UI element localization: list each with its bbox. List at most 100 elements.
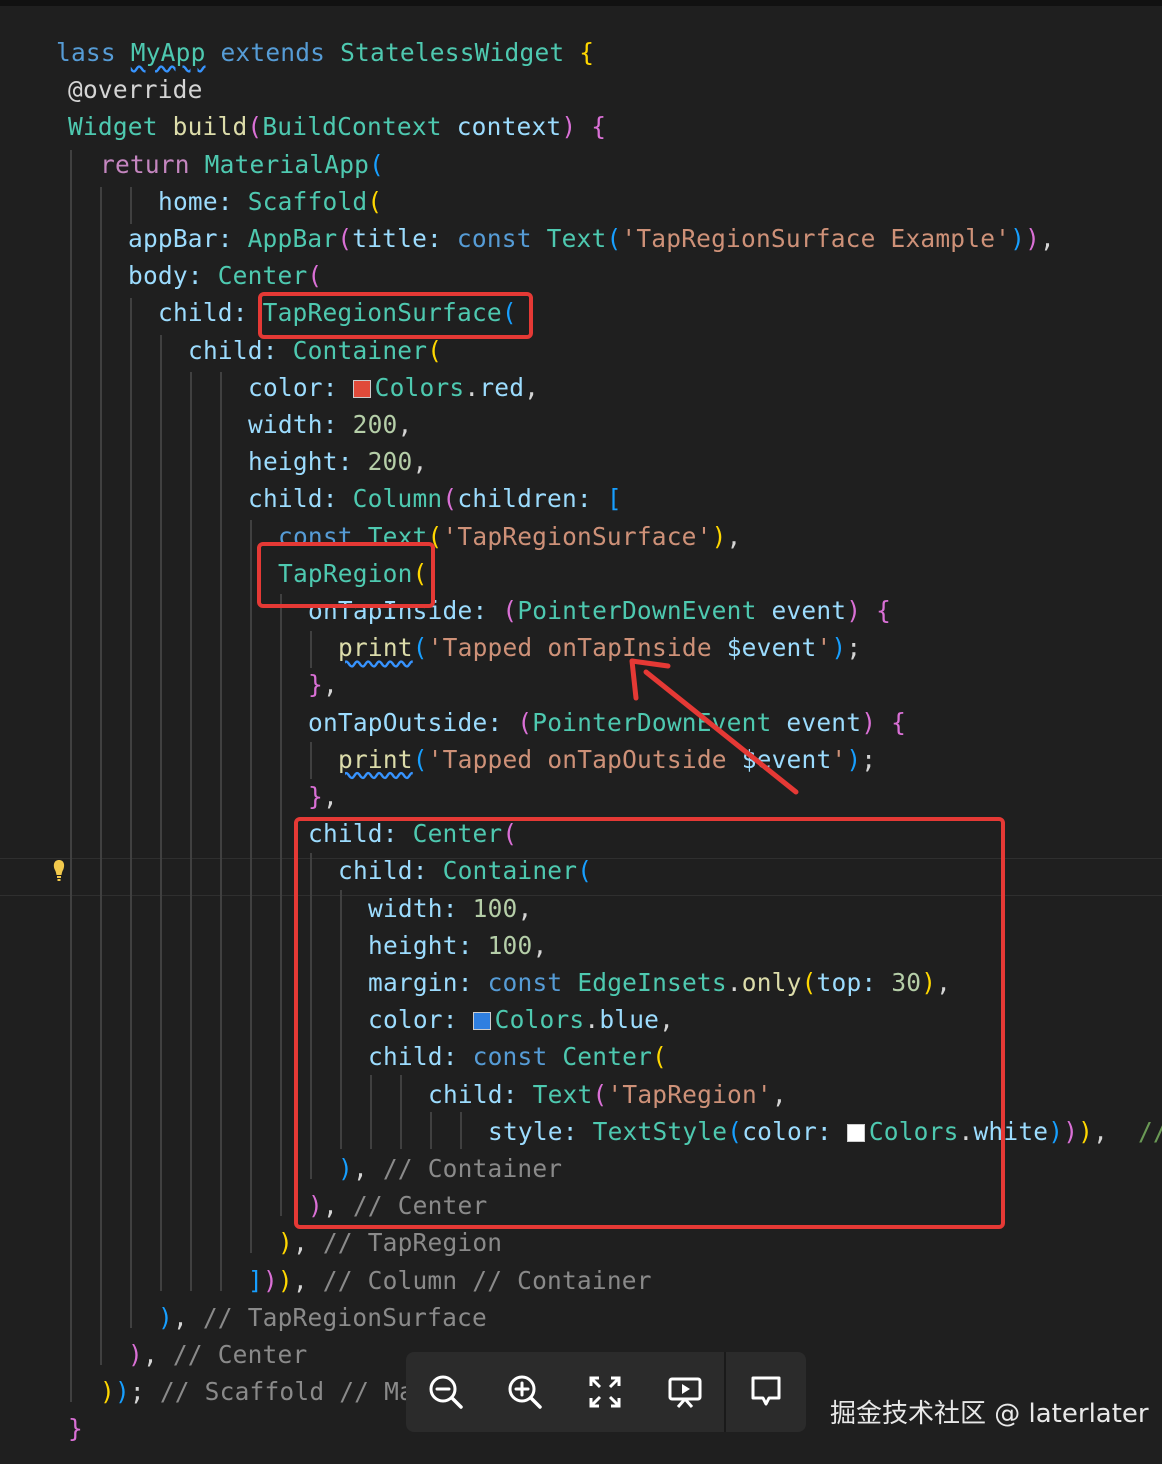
code-token: ): [1025, 224, 1041, 253]
code-token: Container: [292, 335, 428, 365]
code-token: child:: [158, 298, 263, 328]
code-line[interactable]: height: 200,: [248, 443, 427, 480]
code-token: ': [816, 633, 832, 663]
code-token: height:: [248, 447, 368, 477]
indent-guide: [130, 187, 132, 224]
code-line[interactable]: ), // TapRegion: [278, 1224, 502, 1261]
code-token: Text: [546, 224, 607, 253]
code-token: body:: [128, 261, 218, 291]
zoom-in-button[interactable]: [486, 1352, 566, 1432]
code-line[interactable]: appBar: AppBar(title: const Text('TapReg…: [128, 220, 1055, 257]
indent-guide: [100, 187, 102, 1365]
code-line[interactable]: },: [308, 666, 338, 703]
code-token: print: [338, 633, 413, 663]
code-token: ): [1078, 1116, 1094, 1146]
code-token: Widget: [68, 112, 158, 142]
code-line[interactable]: body: Center(: [128, 257, 322, 294]
code-token: Center: [217, 261, 308, 291]
code-line[interactable]: },: [308, 778, 338, 815]
code-token: AppBar: [247, 224, 338, 253]
code-token: ;: [129, 1377, 160, 1407]
code-token: ;: [846, 633, 862, 663]
highlight-box-tapregion: [257, 542, 435, 608]
code-line[interactable]: ])), // Column // Container: [248, 1262, 652, 1299]
code-token: ): [262, 1265, 278, 1295]
indent-guide: [220, 372, 222, 1291]
code-token: ,: [322, 670, 338, 700]
code-token: ): [1048, 1116, 1064, 1146]
code-token: {: [576, 112, 607, 142]
code-token: ,: [412, 447, 428, 477]
code-line[interactable]: )); // Scaffold // Ma: [100, 1373, 414, 1410]
code-token: 'TapRegionSurface Example': [621, 224, 1011, 253]
code-token: ): [861, 707, 877, 737]
code-token: return: [100, 149, 205, 179]
code-editor[interactable]: lass MyApp extends StatelessWidget {@ove…: [0, 6, 1162, 1464]
code-token: Column: [352, 484, 443, 514]
code-token: 'Tapped onTapOutside: [427, 744, 742, 774]
code-line[interactable]: return MaterialApp(: [100, 146, 384, 183]
code-token: ): [158, 1302, 173, 1332]
code-token: extends: [205, 38, 341, 67]
code-token: ,: [292, 1228, 323, 1258]
code-token: (: [517, 707, 533, 737]
code-token: ': [831, 744, 847, 774]
code-token: ,: [322, 782, 338, 811]
code-line[interactable]: width: 200,: [248, 406, 412, 443]
fullscreen-icon: [589, 1376, 621, 1408]
slideshow-button[interactable]: [645, 1352, 725, 1432]
comment-button[interactable]: [726, 1352, 806, 1432]
code-token: ,: [172, 1302, 203, 1332]
indent-guide: [190, 372, 192, 1291]
color-swatch: [352, 379, 371, 398]
code-line[interactable]: print('Tapped onTapInside $event');: [338, 629, 861, 666]
code-token: ): [277, 1265, 293, 1295]
code-token: ): [1010, 224, 1026, 253]
code-token: ): [846, 596, 862, 625]
code-line[interactable]: child: Column(children: [: [248, 480, 622, 517]
code-token: (: [442, 484, 458, 514]
code-token: children:: [457, 484, 607, 514]
code-token: ;: [861, 744, 877, 774]
code-line[interactable]: ), // Center: [128, 1336, 307, 1373]
code-token: 200: [352, 410, 398, 439]
code-token: ,: [1093, 1116, 1138, 1146]
code-token: ): [128, 1340, 143, 1369]
code-token: (: [369, 149, 385, 179]
zoom-out-button[interactable]: [406, 1352, 486, 1432]
code-token: }: [308, 782, 323, 811]
code-token: (: [412, 744, 428, 774]
code-line[interactable]: ), // TapRegionSurface: [158, 1299, 487, 1336]
code-line[interactable]: lass MyApp extends StatelessWidget {: [56, 34, 594, 71]
code-line[interactable]: home: Scaffold(: [158, 183, 382, 220]
code-token: ,: [292, 1265, 323, 1295]
indent-guide: [250, 520, 252, 1253]
indent-guide: [310, 631, 312, 668]
code-token: ,: [397, 410, 413, 439]
code-token: child:: [188, 335, 293, 365]
code-line[interactable]: @override: [68, 71, 203, 108]
slideshow-icon: [668, 1377, 702, 1408]
zoom-out-icon: [429, 1375, 463, 1409]
code-token: color:: [248, 372, 353, 402]
code-token: ): [100, 1377, 115, 1407]
code-token: // Column // Container: [322, 1265, 652, 1295]
fullscreen-button[interactable]: [565, 1352, 645, 1432]
code-token: MaterialApp: [204, 149, 370, 179]
code-token: BuildContext: [262, 112, 442, 142]
code-line[interactable]: Widget build(BuildContext context) {: [68, 108, 606, 145]
highlight-box-child-center: [294, 817, 1005, 1229]
code-token: }: [68, 1414, 83, 1444]
code-line[interactable]: onTapOutside: (PointerDownEvent event) {: [308, 704, 906, 741]
code-token: // TapRegionSurface: [202, 1302, 487, 1332]
code-line[interactable]: color: Colors.red,: [248, 369, 539, 406]
code-token: ): [561, 112, 577, 142]
code-token: event: [771, 707, 862, 737]
code-token: (: [502, 596, 518, 625]
code-token: ,: [524, 372, 540, 402]
code-token: StatelessWidget: [340, 38, 565, 67]
code-token: appBar:: [128, 224, 248, 253]
lightbulb-icon[interactable]: [52, 858, 66, 886]
code-line[interactable]: }: [68, 1410, 83, 1447]
code-line[interactable]: print('Tapped onTapOutside $event');: [338, 741, 876, 778]
